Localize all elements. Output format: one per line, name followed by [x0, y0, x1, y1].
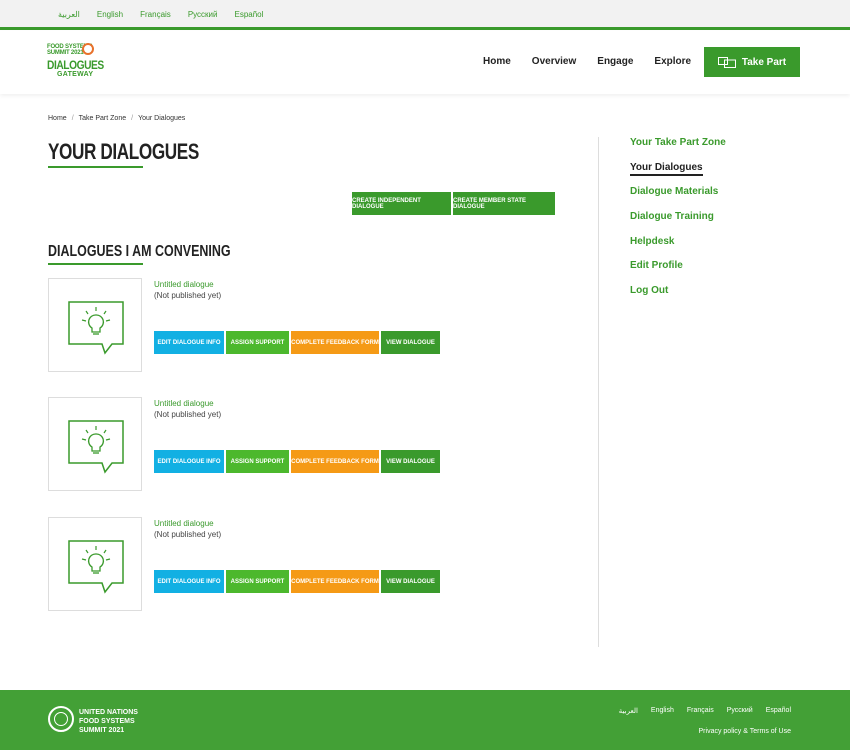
sidebar-item-dialogue-materials[interactable]: Dialogue Materials [630, 186, 726, 211]
globe-icon [82, 43, 94, 55]
complete-feedback-form-button[interactable]: COMPLETE FEEDBACK FORM [291, 570, 379, 593]
sidebar-item-helpdesk[interactable]: Helpdesk [630, 236, 726, 261]
footer-lang-arabic[interactable]: العربية [619, 707, 638, 715]
lightbulb-speech-icon [68, 420, 124, 474]
footer-logo-line3: SUMMIT 2021 [79, 727, 125, 734]
dialogue-actions: EDIT DIALOGUE INFO ASSIGN SUPPORT COMPLE… [154, 331, 440, 354]
sidebar-item-your-dialogues[interactable]: Your Dialogues [630, 161, 726, 187]
create-member-state-dialogue-button[interactable]: CREATE MEMBER STATE DIALOGUE [453, 192, 555, 215]
dialogue-card: Untitled dialogue (Not published yet) ED… [48, 397, 608, 493]
dialogue-title[interactable]: Untitled dialogue [154, 280, 214, 289]
assign-support-button[interactable]: ASSIGN SUPPORT [226, 331, 289, 354]
dialogue-actions: EDIT DIALOGUE INFO ASSIGN SUPPORT COMPLE… [154, 570, 440, 593]
breadcrumb-separator: / [71, 115, 74, 122]
footer-lang-russian[interactable]: Русский [727, 707, 753, 715]
page-title: YOUR DIALOGUES [48, 139, 199, 164]
complete-feedback-form-button[interactable]: COMPLETE FEEDBACK FORM [291, 331, 379, 354]
section-underline [48, 263, 143, 265]
footer-amp: & [743, 728, 748, 735]
logo-text-gateway: GATEWAY [57, 71, 94, 78]
create-independent-dialogue-button[interactable]: CREATE INDEPENDENT DIALOGUE [352, 192, 451, 215]
privacy-policy-link[interactable]: Privacy policy [699, 728, 742, 735]
footer-legal-links: Privacy policy & Terms of Use [699, 728, 791, 735]
footer-logo-line2: FOOD SYSTEMS [79, 718, 135, 725]
edit-dialogue-info-button[interactable]: EDIT DIALOGUE INFO [154, 331, 224, 354]
lightbulb-speech-icon [68, 301, 124, 355]
section-title: DIALOGUES I AM CONVENING [48, 243, 231, 260]
dialogue-status: (Not published yet) [154, 530, 222, 539]
dialogue-card: Untitled dialogue (Not published yet) ED… [48, 517, 608, 613]
sidebar-item-label: Edit Profile [630, 260, 683, 272]
dialogue-title[interactable]: Untitled dialogue [154, 399, 214, 408]
take-part-label: Take Part [741, 56, 787, 68]
lightbulb-speech-icon [68, 540, 124, 594]
dialogue-status: (Not published yet) [154, 410, 222, 419]
main-nav: Home Overview Engage Explore [483, 56, 712, 67]
footer-lang-french[interactable]: Français [687, 707, 714, 715]
view-dialogue-button[interactable]: VIEW DIALOGUE [381, 570, 440, 593]
nav-engage[interactable]: Engage [597, 56, 633, 67]
title-underline [48, 166, 143, 168]
breadcrumb-separator: / [131, 115, 134, 122]
site-footer: UNITED NATIONS FOOD SYSTEMS SUMMIT 2021 … [0, 690, 850, 750]
lang-english[interactable]: English [97, 10, 123, 19]
view-dialogue-button[interactable]: VIEW DIALOGUE [381, 331, 440, 354]
footer-lang-english[interactable]: English [651, 707, 674, 715]
breadcrumb: Home / Take Part Zone / Your Dialogues [48, 115, 185, 122]
assign-support-button[interactable]: ASSIGN SUPPORT [226, 450, 289, 473]
dialogue-card: Untitled dialogue (Not published yet) ED… [48, 278, 608, 374]
footer-language-list: العربية English Français Русский Español [619, 707, 791, 715]
dialogue-title[interactable]: Untitled dialogue [154, 519, 214, 528]
sidebar-item-dialogue-training[interactable]: Dialogue Training [630, 211, 726, 236]
breadcrumb-current: Your Dialogues [138, 115, 186, 122]
create-dialogue-buttons: CREATE INDEPENDENT DIALOGUE CREATE MEMBE… [352, 192, 555, 215]
terms-of-use-link[interactable]: Terms of Use [750, 728, 791, 735]
sidebar: Your Take Part Zone Your Dialogues Dialo… [630, 137, 726, 310]
breadcrumb-home[interactable]: Home [48, 115, 67, 122]
nav-overview[interactable]: Overview [532, 56, 576, 67]
take-part-button[interactable]: Take Part [704, 47, 800, 77]
dialogues-gateway-logo[interactable]: FOOD SYSTEMS SUMMIT 2021 DIALOGUES GATEWA… [47, 43, 107, 84]
lang-spanish[interactable]: Español [235, 10, 264, 19]
sidebar-item-label: Your Dialogues [630, 161, 703, 176]
footer-lang-spanish[interactable]: Español [766, 707, 791, 715]
sidebar-item-label: Dialogue Materials [630, 186, 719, 198]
edit-dialogue-info-button[interactable]: EDIT DIALOGUE INFO [154, 570, 224, 593]
breadcrumb-take-part-zone[interactable]: Take Part Zone [79, 115, 126, 122]
edit-dialogue-info-button[interactable]: EDIT DIALOGUE INFO [154, 450, 224, 473]
sidebar-item-label: Your Take Part Zone [630, 137, 726, 148]
dialogue-thumbnail[interactable] [48, 517, 142, 611]
dialogue-thumbnail[interactable] [48, 397, 142, 491]
assign-support-button[interactable]: ASSIGN SUPPORT [226, 570, 289, 593]
lang-arabic[interactable]: العربية [58, 10, 80, 19]
sidebar-divider [598, 137, 599, 647]
sidebar-item-log-out[interactable]: Log Out [630, 285, 726, 310]
dialogue-status: (Not published yet) [154, 291, 222, 300]
language-bar: العربية English Français Русский Español [0, 0, 850, 30]
lang-russian[interactable]: Русский [188, 10, 218, 19]
sidebar-item-label: Helpdesk [630, 235, 675, 247]
chat-bubbles-icon [717, 56, 736, 68]
language-list: العربية English Français Русский Español [58, 10, 263, 19]
dialogue-actions: EDIT DIALOGUE INFO ASSIGN SUPPORT COMPLE… [154, 450, 440, 473]
logo-text-dialogues: DIALOGUES [47, 58, 104, 72]
sidebar-item-edit-profile[interactable]: Edit Profile [630, 260, 726, 285]
footer-logo-line1: UNITED NATIONS [79, 709, 138, 716]
nav-explore[interactable]: Explore [654, 56, 691, 67]
sidebar-item-label: Dialogue Training [630, 211, 714, 223]
site-header: FOOD SYSTEMS SUMMIT 2021 DIALOGUES GATEWA… [0, 31, 850, 94]
complete-feedback-form-button[interactable]: COMPLETE FEEDBACK FORM [291, 450, 379, 473]
un-fss-logo[interactable]: UNITED NATIONS FOOD SYSTEMS SUMMIT 2021 [48, 702, 138, 740]
nav-home[interactable]: Home [483, 56, 511, 67]
lang-french[interactable]: Français [140, 10, 171, 19]
sidebar-item-take-part-zone[interactable]: Your Take Part Zone [630, 137, 726, 162]
view-dialogue-button[interactable]: VIEW DIALOGUE [381, 450, 440, 473]
dialogue-thumbnail[interactable] [48, 278, 142, 372]
sidebar-item-label: Log Out [630, 285, 669, 297]
un-emblem-inner [54, 712, 68, 726]
